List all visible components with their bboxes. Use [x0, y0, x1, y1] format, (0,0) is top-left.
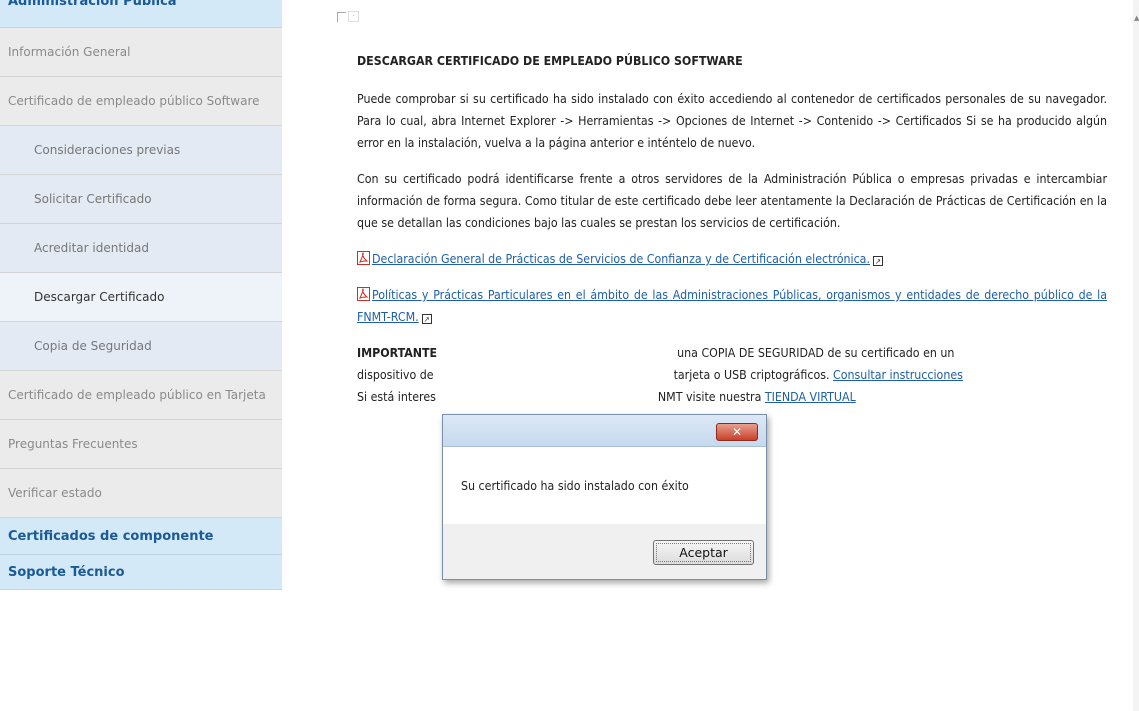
page-title: DESCARGAR CERTIFICADO DE EMPLEADO PÚBLIC… — [357, 54, 743, 68]
sidebar-header-administracion[interactable]: Administración Pública — [0, 0, 282, 28]
link-row-declaracion: Declaración General de Prácticas de Serv… — [357, 248, 1107, 270]
sidebar-subitem-consideraciones[interactable]: Consideraciones previas — [0, 126, 282, 175]
dialog-message: Su certificado ha sido instalado con éxi… — [461, 479, 689, 493]
external-link-icon: ↗ — [872, 256, 883, 266]
importante-line2-start: dispositivo de — [357, 368, 434, 382]
placeholder-icon: · — [337, 10, 359, 22]
link-declaracion-general[interactable]: Declaración General de Prácticas de Serv… — [372, 252, 870, 266]
link-row-politicas: Políticas y Prácticas Particulares en el… — [357, 284, 1107, 328]
important-label: IMPORTANTE — [357, 346, 438, 360]
alert-dialog: ✕ Su certificado ha sido instalado con é… — [442, 414, 767, 580]
paragraph-identificarse: Con su certificado podrá identificarse f… — [357, 172, 1107, 230]
pdf-icon — [357, 287, 370, 301]
paragraph-instalacion: Puede comprobar si su certificado ha sid… — [357, 92, 1107, 150]
sidebar-item-informacion-general[interactable]: Información General — [0, 28, 282, 77]
link-consultar-instrucciones[interactable]: Consultar instrucciones — [833, 368, 963, 382]
paragraph-importante: IMPORTANTE una COPIA DE SEGURIDAD de su c… — [357, 342, 1107, 408]
importante-line2-end: tarjeta o USB criptográficos. — [673, 368, 830, 382]
main-content: DESCARGAR CERTIFICADO DE EMPLEADO PÚBLIC… — [357, 48, 1107, 422]
sidebar-item-verificar-estado[interactable]: Verificar estado — [0, 469, 282, 518]
vertical-scrollbar[interactable]: ▲ — [1133, 0, 1139, 711]
sidebar-subitem-solicitar[interactable]: Solicitar Certificado — [0, 175, 282, 224]
importante-line3-start: Si está interes — [357, 390, 436, 404]
link-politicas-practicas[interactable]: Políticas y Prácticas Particulares en el… — [357, 288, 1107, 324]
accept-button[interactable]: Aceptar — [653, 540, 754, 565]
pdf-icon — [357, 251, 370, 265]
sidebar-nav: Administración Pública Información Gener… — [0, 0, 282, 590]
link-tienda-virtual[interactable]: TIENDA VIRTUAL — [765, 390, 856, 404]
dialog-body: Su certificado ha sido instalado con éxi… — [443, 447, 766, 524]
sidebar-item-certificado-tarjeta[interactable]: Certificado de empleado público en Tarje… — [0, 371, 282, 420]
dialog-titlebar[interactable]: ✕ — [443, 415, 766, 447]
importante-line1-end: una COPIA DE SEGURIDAD de su certificado… — [677, 346, 955, 360]
sidebar-header-soporte[interactable]: Soporte Técnico — [0, 555, 282, 590]
sidebar-item-preguntas-frecuentes[interactable]: Preguntas Frecuentes — [0, 420, 282, 469]
external-link-icon: ↗ — [421, 314, 432, 324]
sidebar-item-certificado-software[interactable]: Certificado de empleado público Software — [0, 77, 282, 126]
close-button[interactable]: ✕ — [716, 423, 758, 441]
sidebar-subitem-copia-seguridad[interactable]: Copia de Seguridad — [0, 322, 282, 371]
sidebar-subitem-acreditar[interactable]: Acreditar identidad — [0, 224, 282, 273]
importante-line3-end: NMT visite nuestra — [657, 390, 762, 404]
scroll-up-icon[interactable]: ▲ — [1134, 14, 1139, 22]
sidebar-header-componente[interactable]: Certificados de componente — [0, 518, 282, 555]
sidebar-subitem-descargar[interactable]: Descargar Certificado — [0, 273, 282, 322]
